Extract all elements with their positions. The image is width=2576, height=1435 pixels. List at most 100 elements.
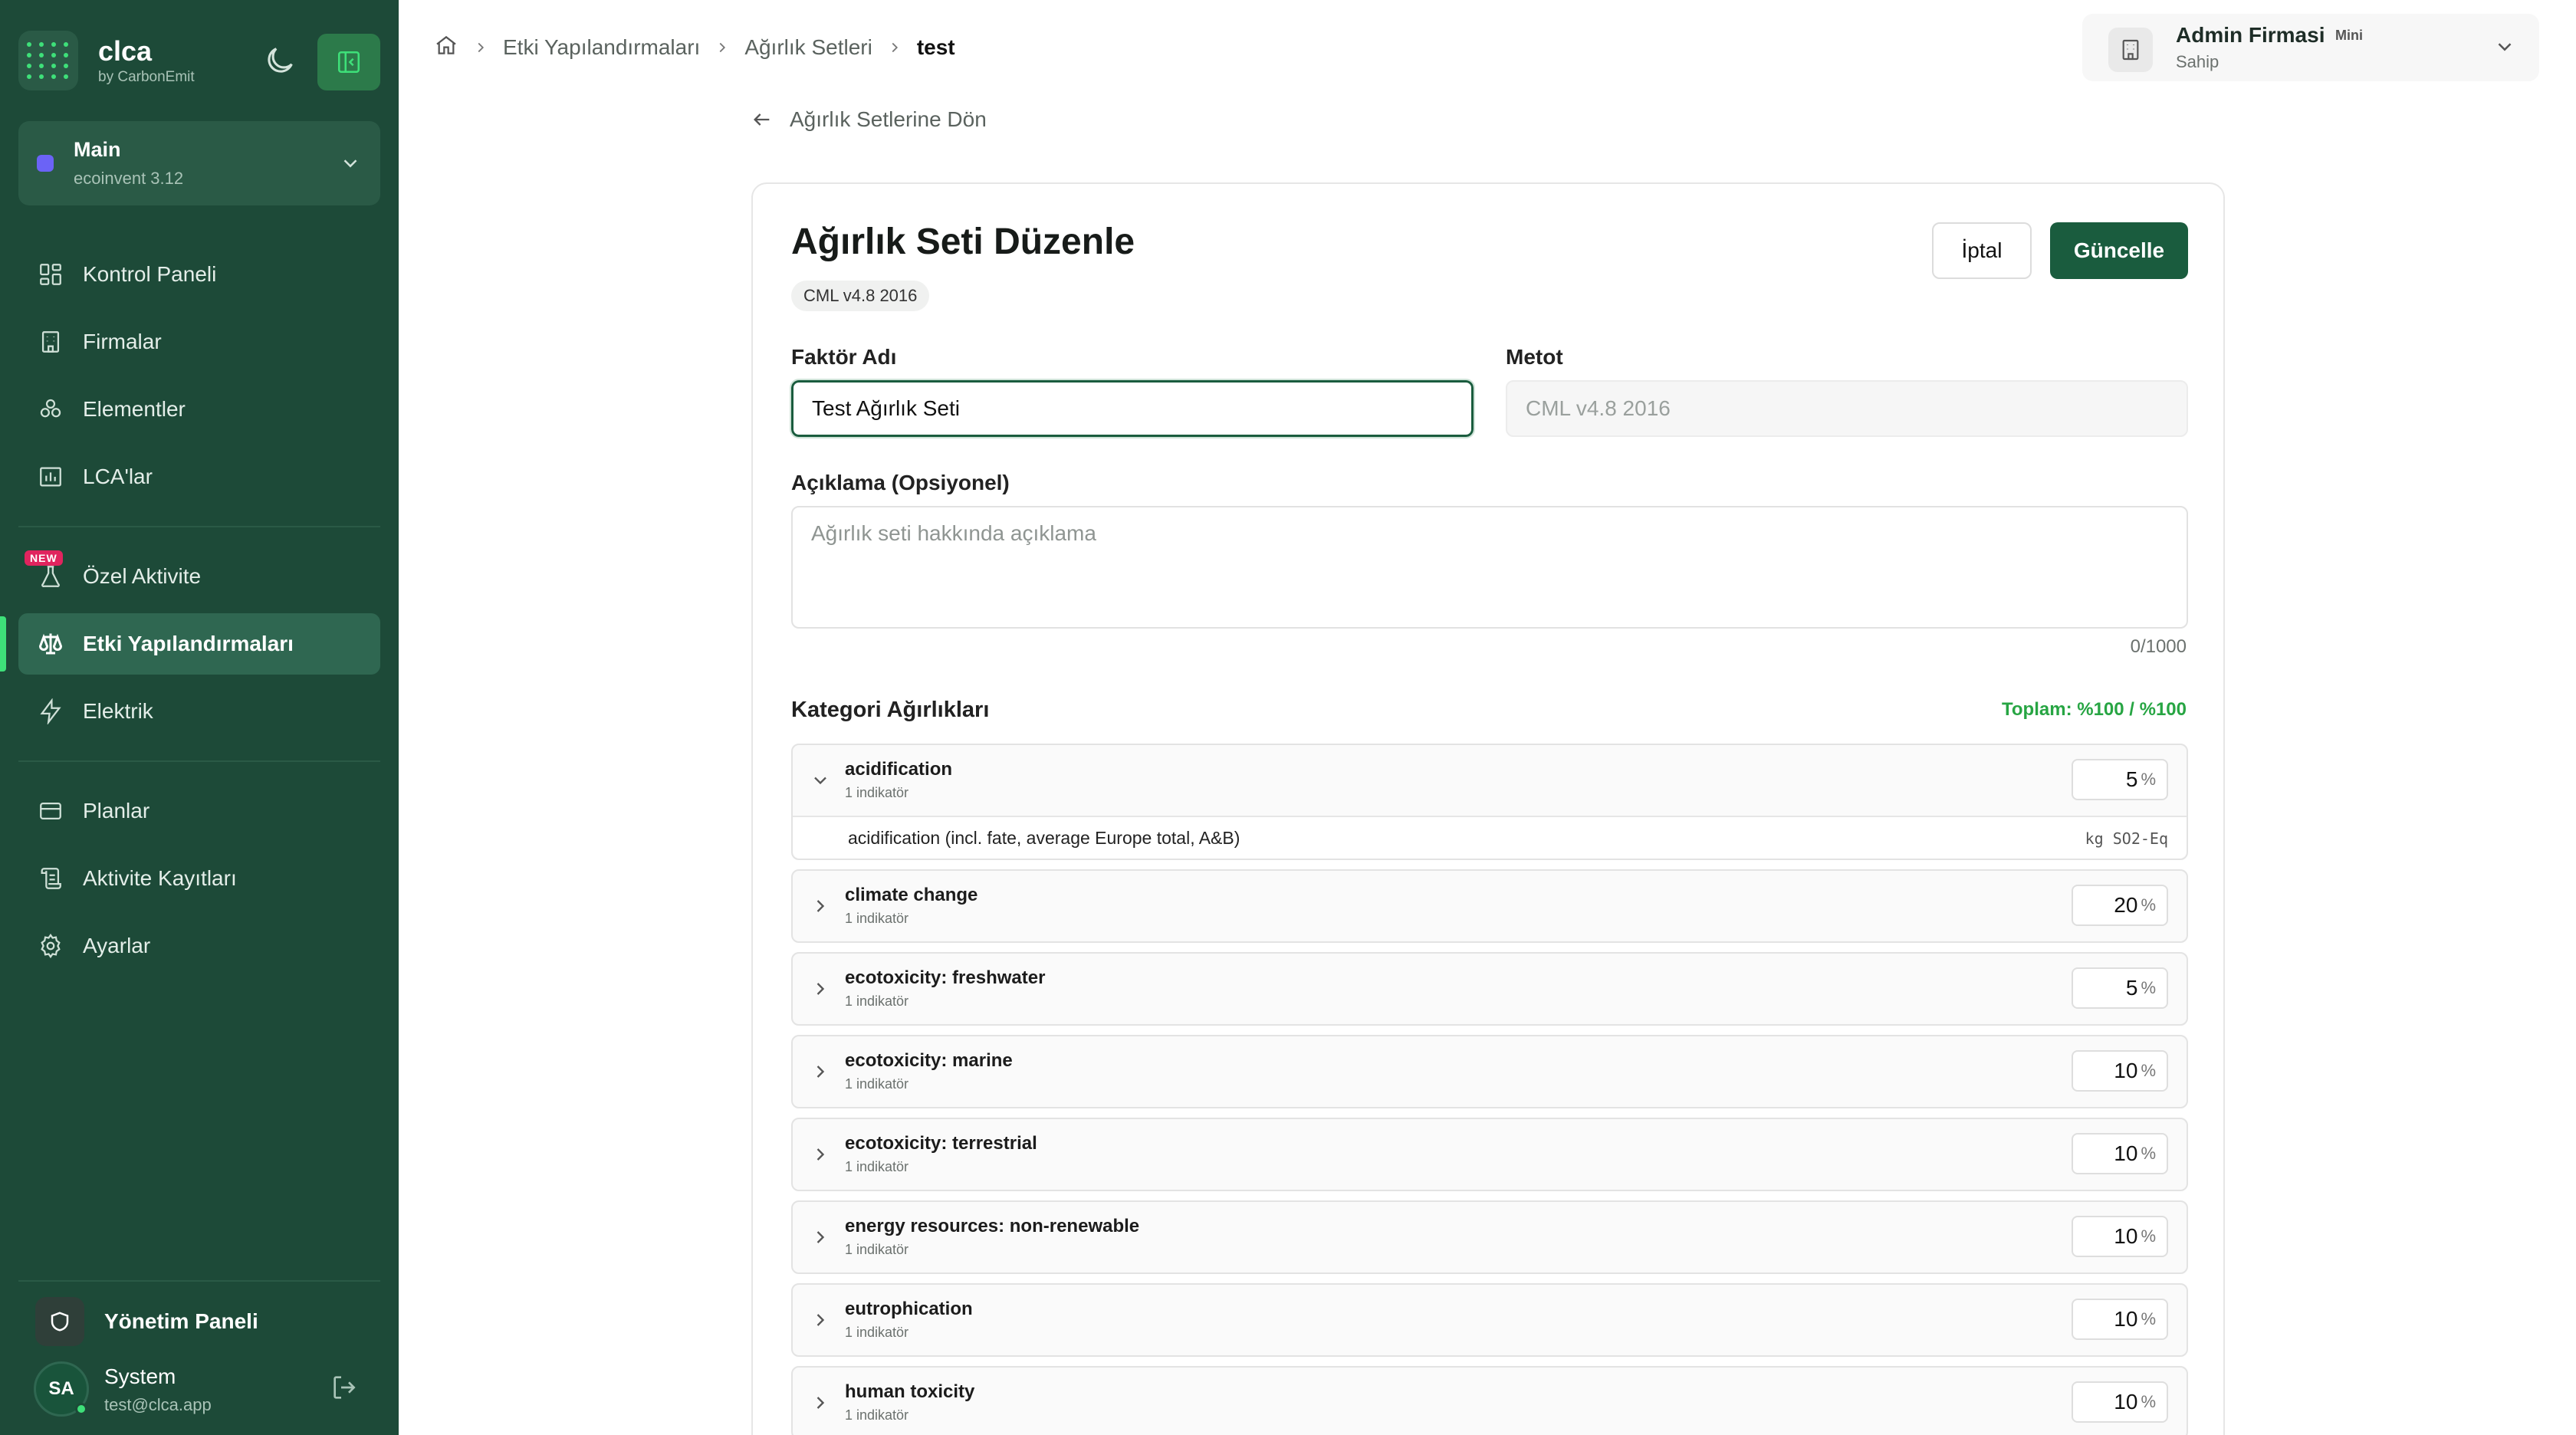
category-name: eutrophication: [845, 1299, 973, 1319]
weight-value: 20: [2114, 893, 2138, 917]
weight-input[interactable]: 20%: [2072, 885, 2168, 926]
percent-unit: %: [2141, 895, 2156, 915]
chevron-right-icon: [810, 1144, 831, 1165]
category-header[interactable]: acidification 1 indikatör 5%: [793, 745, 2187, 816]
category-row: human toxicity 1 indikatör 10%: [791, 1366, 2188, 1435]
sidebar-item-label: Etki Yapılandırmaları: [83, 632, 294, 655]
organization-switcher[interactable]: Admin Firmasi Mini Sahip: [2082, 14, 2539, 81]
arrow-left-icon: [751, 109, 773, 130]
weight-input[interactable]: 5%: [2072, 759, 2168, 800]
sidebar-item-plans[interactable]: Planlar: [18, 780, 380, 842]
category-name: climate change: [845, 885, 978, 905]
chevron-right-icon: [810, 1392, 831, 1414]
weight-input[interactable]: 5%: [2072, 967, 2168, 1009]
plan-badge: Mini: [2335, 28, 2363, 43]
category-header[interactable]: eutrophication 1 indikatör 10%: [793, 1285, 2187, 1355]
breadcrumb-weight-sets[interactable]: Ağırlık Setleri: [744, 35, 872, 60]
weight-input[interactable]: 10%: [2072, 1216, 2168, 1257]
brand-name: clca: [98, 35, 153, 67]
back-link[interactable]: Ağırlık Setlerine Dön: [751, 107, 987, 132]
moon-icon[interactable]: [262, 43, 297, 78]
category-header[interactable]: ecotoxicity: freshwater 1 indikatör 5%: [793, 954, 2187, 1024]
online-status-dot: [75, 1403, 87, 1415]
sidebar-item-electricity[interactable]: Elektrik: [18, 681, 380, 742]
lightning-icon: [37, 698, 64, 725]
weights-total: Toplam: %100 / %100: [2002, 699, 2187, 720]
category-indicator-count: 1 indikatör: [845, 1159, 909, 1174]
cancel-button[interactable]: İptal: [1932, 222, 2032, 279]
indicator-unit: kg SO2-Eq: [2085, 829, 2168, 848]
weight-input[interactable]: 10%: [2072, 1133, 2168, 1174]
brand-logo-icon[interactable]: [18, 31, 78, 90]
organization-name: Admin Firmasi: [2176, 23, 2325, 47]
category-header[interactable]: climate change 1 indikatör 20%: [793, 871, 2187, 941]
home-icon[interactable]: [434, 33, 458, 63]
category-row: energy resources: non-renewable 1 indika…: [791, 1200, 2188, 1274]
weight-value: 10: [2114, 1141, 2138, 1165]
sidebar-item-custom-activity[interactable]: Özel Aktivite: [18, 546, 380, 607]
category-row: climate change 1 indikatör 20%: [791, 869, 2188, 943]
description-textarea[interactable]: [791, 506, 2188, 629]
update-button[interactable]: Güncelle: [2050, 222, 2188, 279]
weight-value: 5: [2125, 767, 2138, 791]
sidebar: clca by CarbonEmit Main ecoinvent 3.12 K…: [0, 0, 399, 1435]
category-indicator-count: 1 indikatör: [845, 1325, 909, 1340]
weight-value: 10: [2114, 1307, 2138, 1331]
sidebar-collapse-button[interactable]: [317, 34, 380, 90]
chevron-down-icon: [339, 152, 362, 175]
sidebar-item-activity-logs[interactable]: Aktivite Kayıtları: [18, 848, 380, 909]
chevron-right-icon: [886, 39, 903, 56]
category-header[interactable]: ecotoxicity: marine 1 indikatör 10%: [793, 1036, 2187, 1107]
name-label: Faktör Adı: [791, 345, 897, 369]
description-label: Açıklama (Opsiyonel): [791, 471, 1010, 494]
percent-unit: %: [2141, 770, 2156, 789]
sidebar-item-companies[interactable]: Firmalar: [18, 311, 380, 373]
weight-value: 10: [2114, 1390, 2138, 1414]
weight-input[interactable]: 10%: [2072, 1299, 2168, 1340]
sidebar-item-label: Ayarlar: [83, 934, 151, 957]
organization-role: Sahip: [2176, 52, 2220, 71]
chevron-right-icon: [810, 1226, 831, 1248]
sidebar-item-impact-configs[interactable]: Etki Yapılandırmaları: [18, 613, 380, 675]
category-header[interactable]: energy resources: non-renewable 1 indika…: [793, 1202, 2187, 1272]
sidebar-item-label: Aktivite Kayıtları: [83, 866, 237, 890]
chevron-right-icon: [472, 39, 489, 56]
category-weights-title: Kategori Ağırlıkları: [791, 698, 990, 722]
weight-input[interactable]: 10%: [2072, 1381, 2168, 1423]
percent-unit: %: [2141, 978, 2156, 997]
category-row: acidification 1 indikatör 5% acidificati…: [791, 744, 2188, 860]
weight-input[interactable]: 10%: [2072, 1050, 2168, 1092]
breadcrumb-current: test: [916, 35, 955, 59]
category-name: ecotoxicity: terrestrial: [845, 1133, 1037, 1154]
category-name: ecotoxicity: marine: [845, 1050, 1013, 1071]
chevron-right-icon: [714, 39, 731, 56]
weight-set-form: Ağırlık Seti Düzenle CML v4.8 2016 İptal…: [751, 182, 2225, 1435]
sidebar-item-label: Elektrik: [83, 699, 153, 723]
building-icon: [37, 328, 64, 356]
category-row: eutrophication 1 indikatör 10%: [791, 1283, 2188, 1357]
sidebar-item-label: Planlar: [83, 799, 150, 823]
percent-unit: %: [2141, 1309, 2156, 1328]
sidebar-item-dashboard[interactable]: Kontrol Paneli: [18, 244, 380, 305]
category-header[interactable]: human toxicity 1 indikatör 10%: [793, 1368, 2187, 1435]
workspace-selector[interactable]: Main ecoinvent 3.12: [18, 121, 380, 205]
category-header[interactable]: ecotoxicity: terrestrial 1 indikatör 10%: [793, 1119, 2187, 1190]
sidebar-item-elements[interactable]: Elementler: [18, 379, 380, 440]
method-badge: CML v4.8 2016: [791, 281, 930, 311]
category-name: acidification: [845, 759, 953, 780]
category-indicator-count: 1 indikatör: [845, 1076, 909, 1092]
method-input: [1506, 380, 2188, 437]
sidebar-item-settings[interactable]: Ayarlar: [18, 915, 380, 977]
nav-divider: [18, 526, 380, 527]
sidebar-item-label: Kontrol Paneli: [83, 262, 217, 286]
factor-name-input[interactable]: [790, 379, 1475, 438]
logout-icon[interactable]: [330, 1372, 363, 1406]
admin-panel-link[interactable]: Yönetim Paneli: [35, 1297, 258, 1346]
weight-value: 10: [2114, 1224, 2138, 1248]
sidebar-item-lcas[interactable]: LCA'lar: [18, 446, 380, 507]
workspace-database: ecoinvent 3.12: [74, 169, 184, 188]
category-name: human toxicity: [845, 1381, 975, 1402]
breadcrumb-impact-configs[interactable]: Etki Yapılandırmaları: [503, 35, 700, 60]
user-email: test@clca.app: [104, 1395, 212, 1414]
user-profile[interactable]: SA System test@clca.app: [34, 1361, 363, 1420]
